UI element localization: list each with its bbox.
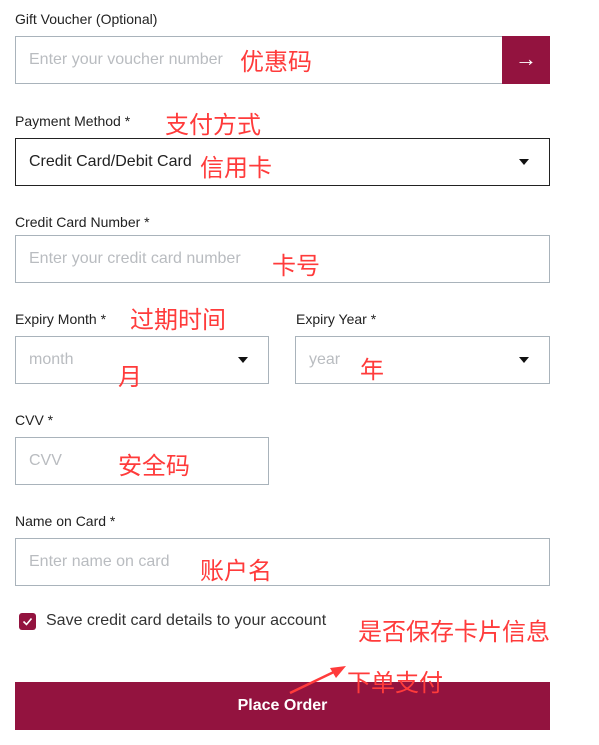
caret-down-icon <box>238 357 248 363</box>
arrow-right-icon: → <box>515 46 537 71</box>
cvv-placeholder: CVV <box>29 452 62 469</box>
expiry-year-label: Expiry Year * <box>296 311 377 327</box>
voucher-label: Gift Voucher (Optional) <box>15 11 158 27</box>
annotation-place-order: 下单支付 <box>347 669 443 697</box>
payment-method-select[interactable]: Credit Card/Debit Card <box>15 138 550 186</box>
name-on-card-label: Name on Card * <box>15 513 116 529</box>
expiry-month-select[interactable]: month <box>15 336 269 384</box>
annotation-credit-card: 信用卡 <box>200 154 272 182</box>
annotation-card-number: 卡号 <box>272 252 320 280</box>
name-on-card-input[interactable]: Enter name on card <box>15 538 550 586</box>
name-on-card-placeholder: Enter name on card <box>29 553 170 570</box>
checkmark-icon <box>22 617 33 626</box>
annotation-month: 月 <box>118 363 142 391</box>
expiry-month-placeholder: month <box>29 351 74 368</box>
save-card-label[interactable]: Save credit card details to your account <box>46 612 326 630</box>
annotation-year: 年 <box>360 356 384 384</box>
annotation-arrow-icon <box>289 666 346 695</box>
card-number-placeholder: Enter your credit card number <box>29 250 241 267</box>
card-number-label: Credit Card Number * <box>15 214 150 230</box>
caret-down-icon <box>519 357 529 363</box>
annotation-voucher: 优惠码 <box>240 48 312 76</box>
annotation-name: 账户名 <box>200 557 272 585</box>
expiry-year-placeholder: year <box>309 351 341 368</box>
caret-down-icon <box>519 159 529 165</box>
annotation-cvv: 安全码 <box>118 452 190 480</box>
annotation-expiry: 过期时间 <box>130 306 226 334</box>
payment-method-value: Credit Card/Debit Card <box>29 153 192 170</box>
expiry-year-select[interactable]: year <box>295 336 550 384</box>
cvv-label: CVV * <box>15 412 54 428</box>
voucher-submit-button[interactable]: → <box>502 36 550 84</box>
expiry-month-label: Expiry Month * <box>15 311 107 327</box>
voucher-placeholder: Enter your voucher number <box>29 51 223 68</box>
save-card-checkbox[interactable] <box>19 613 36 630</box>
payment-method-label: Payment Method * <box>15 113 131 129</box>
annotation-save: 是否保存卡片信息 <box>358 618 550 646</box>
annotation-payment-method: 支付方式 <box>165 111 261 139</box>
